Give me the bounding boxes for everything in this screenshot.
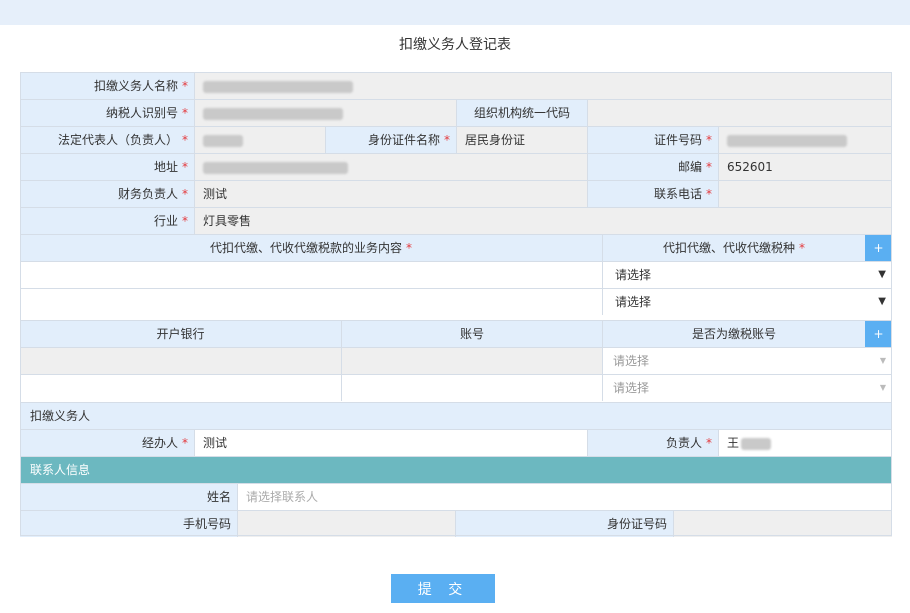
bank-header: 开户银行 xyxy=(20,321,342,347)
account-input-2[interactable] xyxy=(342,375,603,401)
row-withholder-name: 扣缴义务人名称 * xyxy=(20,72,892,99)
dropdown-arrow-icon: ▼ xyxy=(879,356,886,365)
row-business-1: 请选择 ▼ xyxy=(20,261,892,288)
row-withholder-section: 扣缴义务人 xyxy=(20,402,892,429)
postcode-label: 邮编 * xyxy=(588,154,719,180)
submit-button[interactable]: 提 交 xyxy=(391,574,495,603)
phone-field[interactable] xyxy=(719,181,892,207)
row-business-header: 代扣代缴、代收代缴税款的业务内容 * 代扣代缴、代收代缴税种 * + xyxy=(20,234,892,261)
industry-label: 行业 * xyxy=(20,208,195,234)
phone-label: 联系电话 * xyxy=(588,181,719,207)
legal-rep-field[interactable] xyxy=(195,127,326,153)
bank-input-1[interactable] xyxy=(20,348,342,374)
row-bank-1: 请选择 ▼ xyxy=(20,347,892,374)
business-content-input-2[interactable] xyxy=(20,289,603,315)
is-tax-account-select-1[interactable]: 请选择 ▼ xyxy=(603,348,892,374)
mobile-field[interactable] xyxy=(238,511,456,537)
bank-input-2[interactable] xyxy=(20,375,342,401)
taxpayer-id-field[interactable] xyxy=(195,100,457,126)
row-industry: 行业 * 灯具零售 xyxy=(20,207,892,234)
withholder-name-label: 扣缴义务人名称 * xyxy=(20,73,195,99)
principal-field[interactable]: 王 xyxy=(719,430,892,456)
account-input-1[interactable] xyxy=(342,348,603,374)
withholder-section-header: 扣缴义务人 xyxy=(20,403,892,429)
finance-head-field[interactable]: 测试 xyxy=(195,181,588,207)
row-address: 地址 * 邮编 * 652601 xyxy=(20,153,892,180)
finance-head-label: 财务负责人 * xyxy=(20,181,195,207)
address-label: 地址 * xyxy=(20,154,195,180)
handler-label: 经办人 * xyxy=(20,430,195,456)
tax-type-header: 代扣代缴、代收代缴税种 * xyxy=(603,235,892,261)
business-content-header: 代扣代缴、代收代缴税款的业务内容 * xyxy=(20,235,603,261)
id-doc-name-value: 居民身份证 xyxy=(457,127,588,153)
contact-name-select[interactable]: 请选择联系人 xyxy=(238,484,892,510)
business-content-input-1[interactable] xyxy=(20,262,603,288)
dropdown-arrow-icon: ▼ xyxy=(878,296,886,307)
id-number-label: 身份证号码 xyxy=(456,511,674,537)
contact-section-header: 联系人信息 xyxy=(20,457,892,483)
dropdown-arrow-icon: ▼ xyxy=(879,383,886,392)
id-number-field[interactable] xyxy=(674,511,892,537)
taxpayer-id-label: 纳税人识别号 * xyxy=(20,100,195,126)
row-taxpayer-id: 纳税人识别号 * 组织机构统一代码 xyxy=(20,99,892,126)
row-bank-header: 开户银行 账号 是否为缴税账号 + xyxy=(20,320,892,347)
industry-field[interactable]: 灯具零售 xyxy=(195,208,892,234)
add-bank-account-button[interactable]: + xyxy=(865,321,892,347)
address-field[interactable] xyxy=(195,154,588,180)
mobile-label: 手机号码 xyxy=(20,511,238,537)
row-contact-name: 姓名 请选择联系人 xyxy=(20,483,892,510)
row-finance-head: 财务负责人 * 测试 联系电话 * xyxy=(20,180,892,207)
legal-rep-label: 法定代表人（负责人） * xyxy=(20,127,195,153)
org-code-label: 组织机构统一代码 xyxy=(457,100,588,126)
tax-type-select-2[interactable]: 请选择 ▼ xyxy=(603,289,892,315)
is-tax-account-header: 是否为缴税账号 xyxy=(603,321,892,347)
postcode-field[interactable]: 652601 xyxy=(719,154,892,180)
dropdown-arrow-icon: ▼ xyxy=(878,269,886,280)
row-handler: 经办人 * 测试 负责人 * 王 xyxy=(20,429,892,456)
withholder-name-field[interactable] xyxy=(195,73,892,99)
top-bar xyxy=(0,0,910,25)
row-bank-2: 请选择 ▼ xyxy=(20,374,892,401)
contact-name-label: 姓名 xyxy=(20,484,238,510)
id-doc-number-label: 证件号码 * xyxy=(588,127,719,153)
id-doc-name-label: 身份证件名称 * xyxy=(326,127,457,153)
row-contact-section: 联系人信息 xyxy=(20,456,892,483)
row-legal-rep: 法定代表人（负责人） * 身份证件名称 * 居民身份证 证件号码 * xyxy=(20,126,892,153)
account-header: 账号 xyxy=(342,321,603,347)
handler-field[interactable]: 测试 xyxy=(195,430,588,456)
page-title: 扣缴义务人登记表 xyxy=(399,37,511,53)
id-doc-number-field[interactable] xyxy=(719,127,892,153)
tax-type-select-1[interactable]: 请选择 ▼ xyxy=(603,262,892,288)
row-business-2: 请选择 ▼ xyxy=(20,288,892,315)
org-code-field[interactable] xyxy=(588,100,892,126)
add-tax-type-button[interactable]: + xyxy=(865,235,892,261)
row-mobile: 手机号码 身份证号码 xyxy=(20,510,892,537)
is-tax-account-select-2[interactable]: 请选择 ▼ xyxy=(603,375,892,401)
principal-label: 负责人 * xyxy=(588,430,719,456)
